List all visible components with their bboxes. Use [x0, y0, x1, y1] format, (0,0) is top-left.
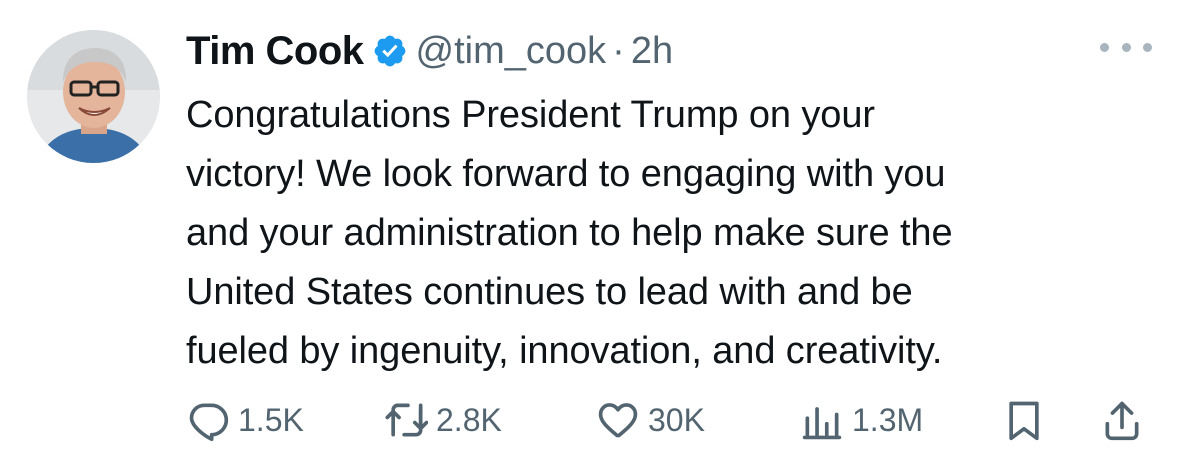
retweet-button[interactable]: 2.8K	[384, 392, 502, 448]
share-icon	[1105, 401, 1139, 441]
views-icon	[802, 407, 842, 440]
tweet-text-line: Congratulations President Trump on your	[186, 94, 875, 136]
more-dot	[1143, 42, 1152, 52]
tweet-timestamp[interactable]: 2h	[631, 30, 673, 73]
retweet-icon	[385, 403, 428, 437]
views-button[interactable]: 1.3M	[800, 392, 923, 448]
author-name[interactable]: Tim Cook	[186, 29, 364, 74]
share-button[interactable]	[1100, 392, 1144, 448]
avatar-photo	[27, 30, 160, 163]
tweet-text-line: victory! We look forward to engaging wit…	[186, 153, 946, 195]
verified-badge-icon	[372, 33, 408, 69]
action-bar: 1.5K 2.8K 30K 1.3M	[0, 392, 1179, 448]
separator-dot: ·	[612, 29, 625, 72]
tweet-text-line: United States continues to lead with and…	[186, 271, 913, 313]
author-handle[interactable]: @tim_cook	[416, 30, 607, 73]
heart-icon	[598, 403, 638, 438]
views-count: 1.3M	[852, 401, 924, 438]
reply-count: 1.5K	[238, 401, 304, 438]
tweet-header: Tim Cook @tim_cook · 2h	[186, 26, 673, 76]
like-count: 30K	[648, 401, 705, 438]
tweet-text-line: and your administration to help make sur…	[186, 212, 953, 254]
like-button[interactable]: 30K	[596, 392, 705, 448]
more-dot	[1100, 42, 1109, 52]
tweet-text-line: fueled by ingenuity, innovation, and cre…	[186, 330, 943, 372]
more-icon[interactable]	[1100, 35, 1152, 59]
avatar[interactable]	[27, 30, 160, 163]
bookmark-button[interactable]	[1002, 392, 1046, 448]
more-dot	[1121, 42, 1131, 52]
bookmark-icon	[1009, 401, 1039, 441]
tweet-text: Congratulations President Trump on your …	[186, 86, 1146, 381]
reply-icon	[189, 403, 229, 442]
reply-button[interactable]: 1.5K	[186, 392, 304, 448]
retweet-count: 2.8K	[436, 401, 502, 438]
